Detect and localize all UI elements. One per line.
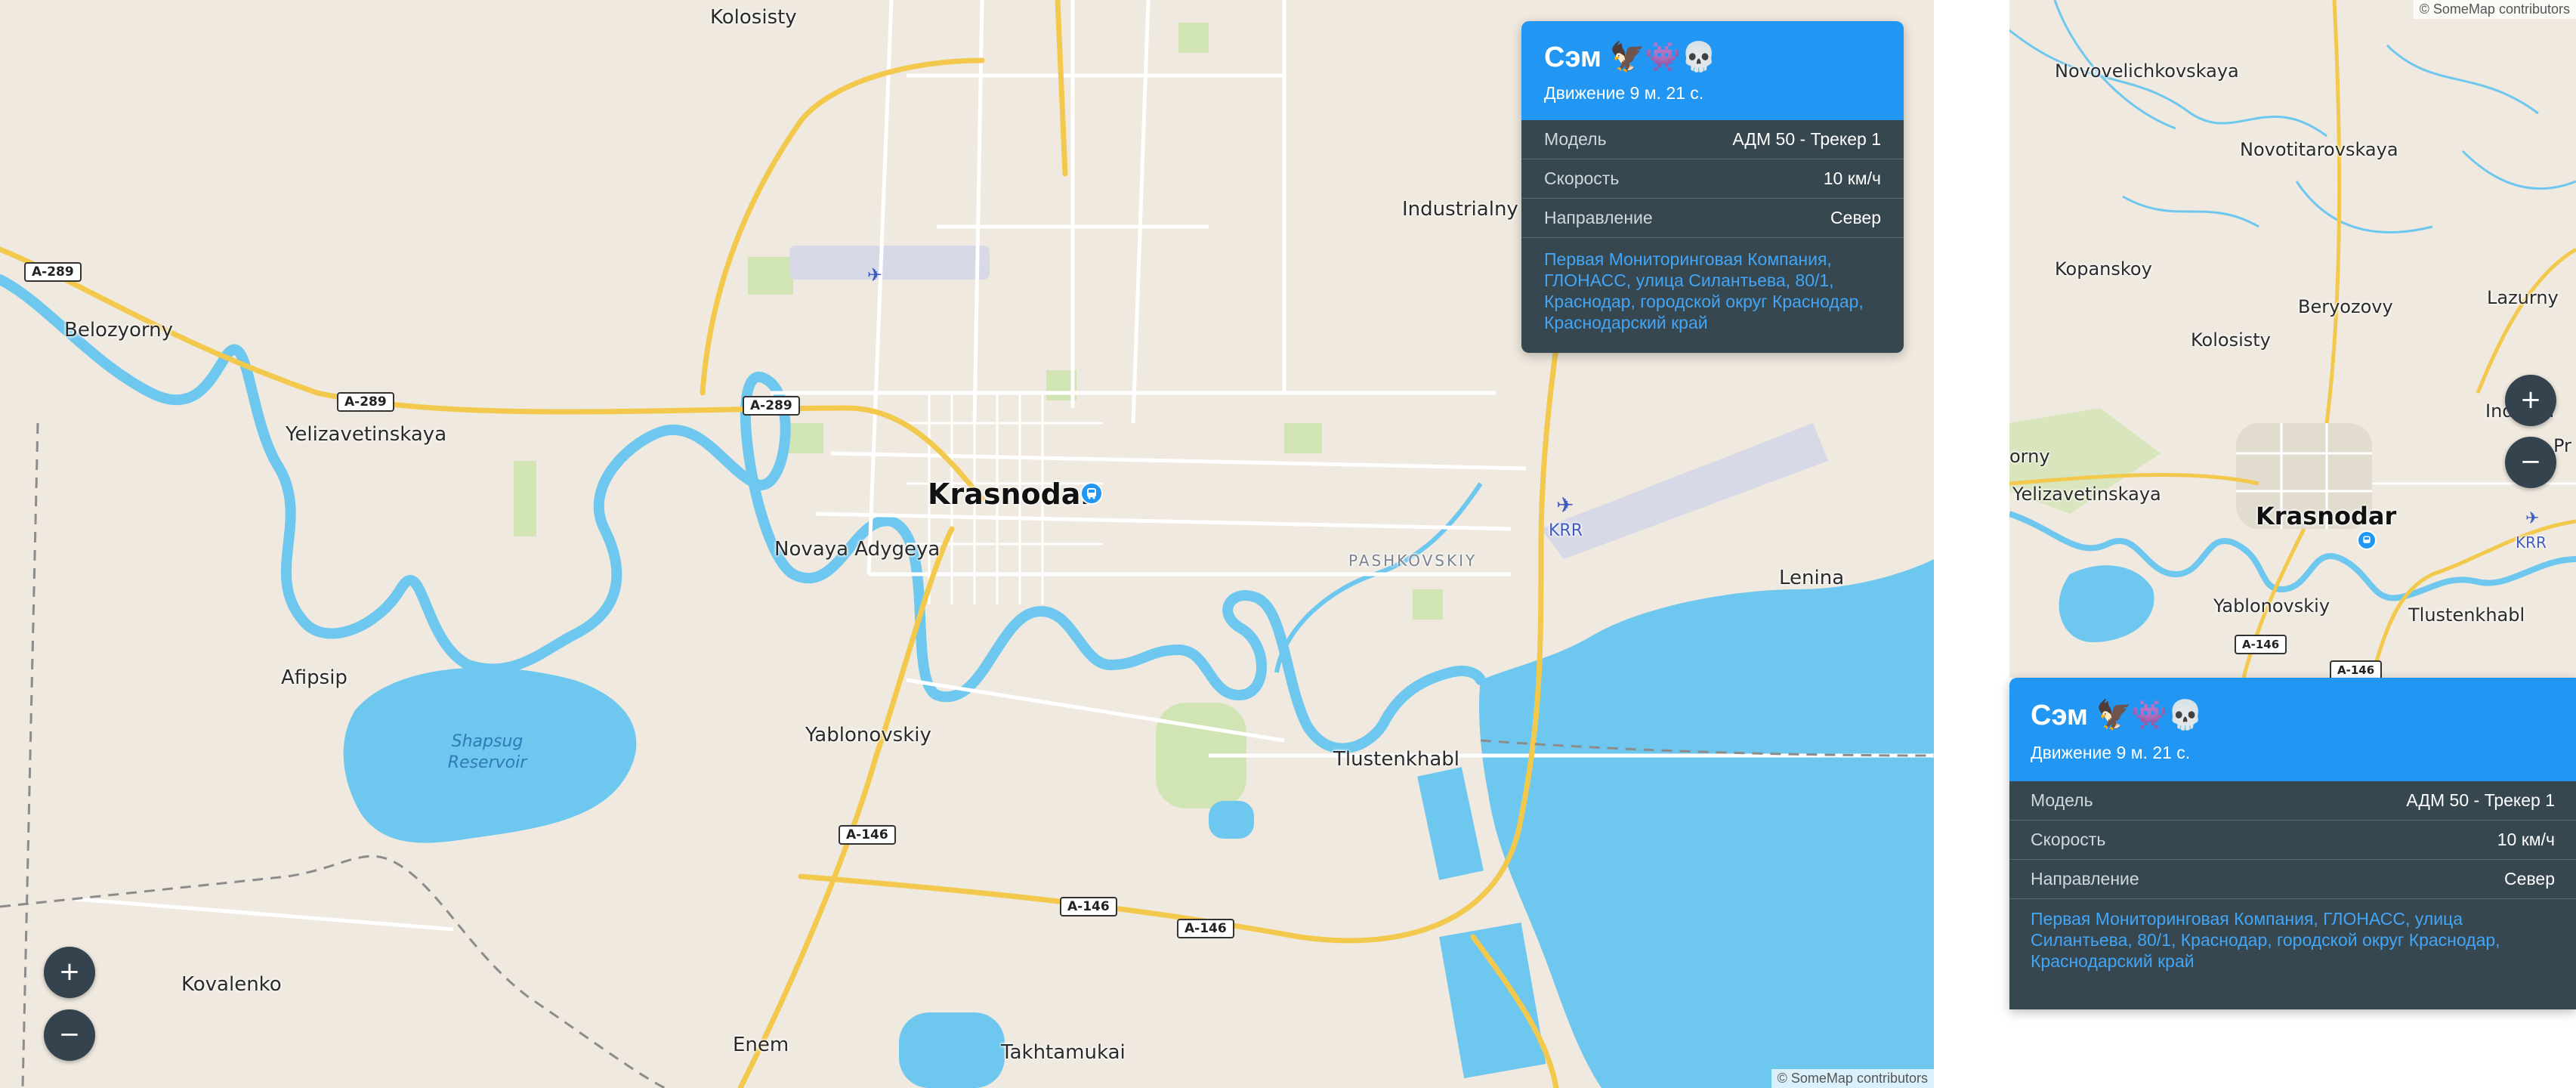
panel-row-key: Направление bbox=[2031, 869, 2139, 889]
popup-movement-status: Движение 9 м. 21 с. bbox=[1544, 83, 1704, 103]
place-yablonovskiy: Yablonovskiy bbox=[805, 724, 931, 746]
panel-header: Сэм 🦅👾💀 Движение 9 м. 21 с. bbox=[2009, 678, 2576, 781]
road-shield-a289: A-289 bbox=[743, 396, 800, 416]
vehicle-info-panel: Сэм 🦅👾💀 Движение 9 м. 21 с. Модель АДМ 5… bbox=[2009, 678, 2576, 1009]
road-shield-a146: A-146 bbox=[839, 825, 896, 845]
mini-place-beryozovy: Beryozovy bbox=[2298, 296, 2393, 317]
vehicle-marker[interactable] bbox=[1080, 482, 1103, 505]
place-tlustenkhabl: Tlustenkhabl bbox=[1333, 748, 1459, 771]
bus-icon bbox=[1087, 488, 1096, 499]
place-enem: Enem bbox=[733, 1034, 789, 1056]
road-a146 bbox=[737, 526, 955, 1088]
panel-row-value: Север bbox=[2504, 869, 2555, 889]
mini-airport-krr-label: KRR bbox=[2516, 533, 2547, 552]
road-shield-a146: A-146 bbox=[1177, 919, 1234, 938]
panel-row-model: Модель АДМ 50 - Трекер 1 bbox=[2009, 781, 2576, 821]
road-a289 bbox=[0, 246, 985, 502]
place-yelizavetinskaya: Yelizavetinskaya bbox=[286, 423, 447, 446]
mini-place-yelizavetinskaya: Yelizavetinskaya bbox=[2012, 484, 2161, 505]
popup-row-direction: Направление Север bbox=[1521, 199, 1904, 238]
panel-row-speed: Скорость 10 км/ч bbox=[2009, 821, 2576, 860]
mini-place-krasnodar: Krasnodar bbox=[2256, 502, 2397, 530]
popup-row-value: 10 км/ч bbox=[1823, 168, 1881, 188]
panel-row-value: 10 км/ч bbox=[2497, 830, 2555, 849]
panel-row-direction: Направление Север bbox=[2009, 860, 2576, 899]
map-attribution: © SomeMap contributors bbox=[1771, 1069, 1934, 1088]
panel-movement-status: Движение 9 м. 21 с. bbox=[2031, 743, 2191, 762]
place-pashkovskiy: PASHKOVSKIY bbox=[1348, 552, 1478, 570]
zoom-in-button[interactable]: + bbox=[44, 947, 95, 998]
popup-address-link[interactable]: Первая Мониторинговая Компания, ГЛОНАСС,… bbox=[1521, 238, 1904, 353]
popup-row-key: Модель bbox=[1544, 129, 1607, 149]
place-lenina: Lenina bbox=[1779, 567, 1845, 589]
airport-area-north bbox=[789, 246, 990, 280]
vehicle-info-popup: Сэм 🦅👾💀 Движение 9 м. 21 с. Модель АДМ 5… bbox=[1521, 21, 1904, 353]
mini-vehicle-marker[interactable] bbox=[2357, 530, 2377, 550]
road-shield-a146: A-146 bbox=[1060, 897, 1117, 916]
place-belozyorny: Belozyorny bbox=[64, 319, 174, 342]
place-kovalenko: Kovalenko bbox=[181, 973, 282, 996]
reservoir-shapsug-label: Shapsug Reservoir bbox=[447, 732, 527, 772]
main-map[interactable]: Kolosisty Belozyorny Yelizavetinskaya No… bbox=[0, 0, 1934, 1088]
bus-icon bbox=[2363, 536, 2371, 543]
mini-place-kopanskoy: Kopanskoy bbox=[2055, 258, 2152, 280]
place-takhtamukai: Takhtamukai bbox=[1001, 1041, 1126, 1064]
panel-body: Модель АДМ 50 - Трекер 1 Скорость 10 км/… bbox=[2009, 781, 2576, 1009]
place-kolosisty: Kolosisty bbox=[710, 6, 797, 29]
mini-map-attribution: © SomeMap contributors bbox=[2413, 0, 2576, 19]
mini-map-base-layer bbox=[2009, 0, 2576, 678]
airport-icon-krr: ✈ bbox=[1556, 493, 1574, 518]
panel-title: Сэм 🦅👾💀 bbox=[2031, 700, 2204, 731]
mini-place-novovelichkovskaya: Novovelichkovskaya bbox=[2055, 60, 2239, 82]
road-shield-a289: A-289 bbox=[337, 392, 394, 412]
place-industrialny: Industrialny bbox=[1402, 198, 1518, 221]
popup-body: Модель АДМ 50 - Трекер 1 Скорость 10 км/… bbox=[1521, 120, 1904, 353]
popup-header: Сэм 🦅👾💀 Движение 9 м. 21 с. bbox=[1521, 21, 1904, 120]
place-krasnodar: Krasnodar bbox=[928, 478, 1095, 511]
mini-map[interactable]: Novovelichkovskaya Novotitarovskaya Kopa… bbox=[2009, 0, 2576, 678]
mini-place-partial-pr: Pr bbox=[2553, 435, 2571, 456]
mini-place-partial-orny: orny bbox=[2009, 446, 2050, 467]
panel-row-key: Модель bbox=[2031, 790, 2093, 810]
panel-address-link[interactable]: Первая Мониторинговая Компания, ГЛОНАСС,… bbox=[2009, 899, 2576, 1009]
airport-area-krr bbox=[1541, 423, 1828, 559]
popup-row-model: Модель АДМ 50 - Трекер 1 bbox=[1521, 120, 1904, 159]
panel-row-key: Скорость bbox=[2031, 830, 2106, 849]
airport-krr-label: KRR bbox=[1549, 521, 1583, 540]
kuban-river bbox=[0, 274, 1486, 754]
popup-row-key: Скорость bbox=[1544, 168, 1620, 188]
mini-place-novotitarovskaya: Novotitarovskaya bbox=[2240, 139, 2398, 160]
popup-row-value: АДМ 50 - Трекер 1 bbox=[1732, 129, 1881, 149]
mini-airport-icon: ✈ bbox=[2525, 509, 2540, 528]
popup-row-value: Север bbox=[1830, 208, 1881, 227]
mini-place-yablonovskiy: Yablonovskiy bbox=[2213, 595, 2330, 617]
zoom-out-button[interactable]: − bbox=[44, 1009, 95, 1061]
popup-row-key: Направление bbox=[1544, 208, 1653, 227]
krasnodar-reservoir bbox=[1479, 559, 1934, 1088]
mini-place-lazurny: Lazurny bbox=[2487, 287, 2559, 308]
mini-zoom-out-button[interactable]: − bbox=[2505, 437, 2556, 488]
place-novaya-adygeya: Novaya Adygeya bbox=[774, 538, 941, 561]
mini-place-tlustenkhabl: Tlustenkhabl bbox=[2408, 604, 2525, 626]
road-shield-a289: A-289 bbox=[24, 262, 82, 282]
popup-row-speed: Скорость 10 км/ч bbox=[1521, 159, 1904, 199]
mini-zoom-in-button[interactable]: + bbox=[2505, 375, 2556, 426]
mini-place-kolosisty: Kolosisty bbox=[2191, 329, 2271, 351]
mini-road-shield-a146: A-146 bbox=[2235, 635, 2287, 654]
panel-row-value: АДМ 50 - Трекер 1 bbox=[2406, 790, 2555, 810]
mini-road-shield-a146: A-146 bbox=[2330, 660, 2383, 678]
place-afipsip: Afipsip bbox=[281, 666, 347, 689]
popup-title: Сэм 🦅👾💀 bbox=[1544, 42, 1717, 73]
airport-icon-north: ✈ bbox=[867, 264, 883, 286]
